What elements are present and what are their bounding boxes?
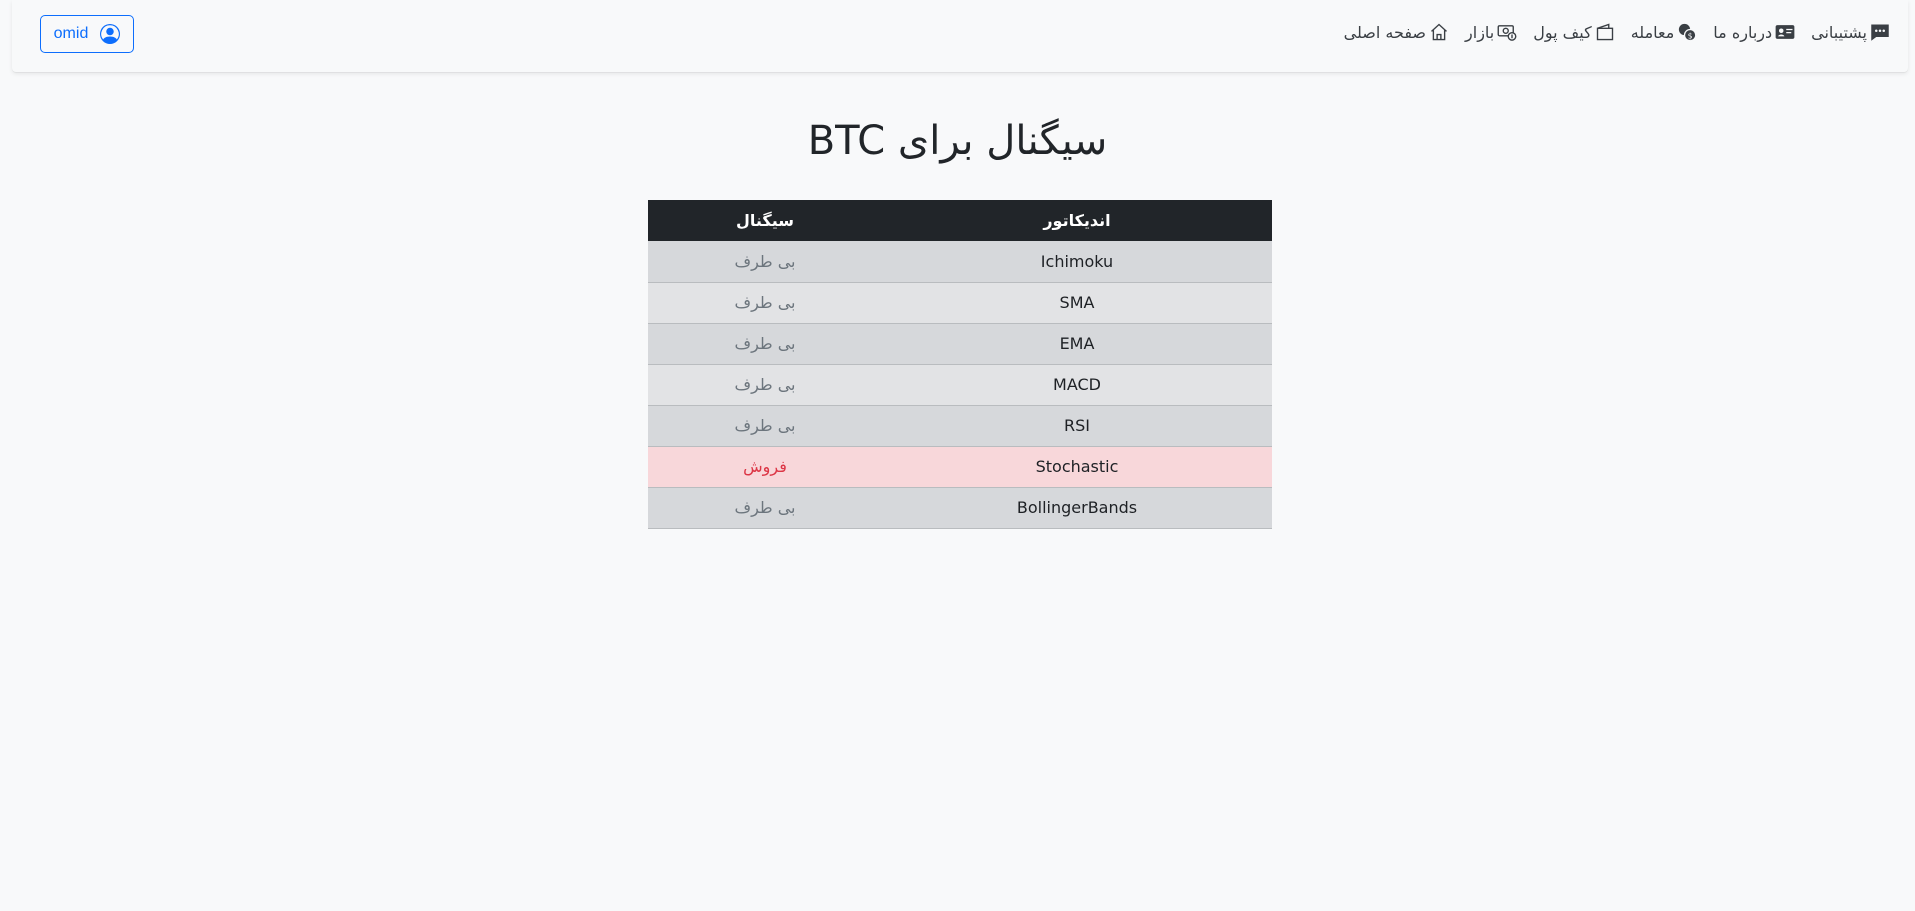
- table-header-row: سیگنال اندیکاتور: [648, 200, 1272, 241]
- signal-cell: بی طرف: [648, 405, 882, 447]
- nav-item-label: معامله: [1630, 22, 1675, 42]
- page-title: سیگنال برای BTC: [807, 118, 1108, 164]
- column-header-indicator: اندیکاتور: [882, 200, 1272, 241]
- wallet-icon: [1596, 23, 1613, 41]
- signal-cell: بی طرف: [648, 364, 882, 406]
- signal-cell: بی طرف: [648, 282, 882, 324]
- column-header-signal: سیگنال: [648, 200, 882, 241]
- indicator-cell: Ichimoku: [882, 241, 1272, 283]
- nav-item-label: صفحه اصلی: [1343, 22, 1427, 42]
- nav-item-market[interactable]: بازار: [1465, 22, 1517, 42]
- table-row: بی طرف EMA: [648, 323, 1272, 365]
- person-vcard-icon: [1775, 25, 1795, 39]
- table-row: بی طرف MACD: [648, 364, 1272, 406]
- nav-item-label: پشتیبانی: [1811, 22, 1867, 42]
- signal-cell: بی طرف: [648, 323, 882, 365]
- signal-table: سیگنال اندیکاتور بی طرف Ichimoku بی طرف …: [648, 200, 1272, 529]
- table-row: بی طرف SMA: [648, 282, 1272, 324]
- indicator-cell: MACD: [882, 364, 1272, 406]
- indicator-cell: SMA: [882, 282, 1272, 324]
- person-circle-icon: [100, 24, 121, 44]
- indicator-cell: EMA: [882, 323, 1272, 365]
- house-icon: [1431, 23, 1447, 41]
- nav-item-trade[interactable]: $ معامله: [1631, 22, 1698, 42]
- indicator-cell: BollingerBands: [882, 487, 1272, 529]
- nav-item-label: کیف پول: [1533, 22, 1592, 42]
- signal-cell: بی طرف: [648, 487, 882, 529]
- signal-cell: فروش: [648, 446, 882, 488]
- nav-item-label: درباره ما: [1713, 22, 1773, 42]
- nav-item-label: بازار: [1465, 22, 1495, 42]
- nav-item-about[interactable]: درباره ما: [1713, 22, 1795, 42]
- chat-dots-icon: [1871, 24, 1889, 41]
- signal-cell: بی طرف: [648, 241, 882, 283]
- nav-item-wallet[interactable]: کیف پول: [1533, 22, 1614, 42]
- nav-item-home[interactable]: صفحه اصلی: [1344, 22, 1449, 42]
- svg-text:$: $: [1688, 31, 1693, 40]
- indicator-cell: RSI: [882, 405, 1272, 447]
- table-row: بی طرف Ichimoku: [648, 241, 1272, 283]
- table-row: بی طرف RSI: [648, 405, 1272, 447]
- table-row-sell: فروش Stochastic: [648, 446, 1272, 488]
- user-account-button[interactable]: omid: [40, 15, 134, 53]
- top-navbar: omid صفحه اصلی بازار کیف پول $ معامله در…: [12, 0, 1908, 72]
- indicator-cell: Stochastic: [882, 446, 1272, 488]
- main-nav: صفحه اصلی بازار کیف پول $ معامله درباره …: [1344, 18, 1890, 46]
- coins-icon: $: [1679, 23, 1697, 42]
- cash-coin-icon: [1497, 25, 1517, 41]
- table-row: بی طرف BollingerBands: [648, 487, 1272, 529]
- nav-item-support[interactable]: پشتیبانی: [1811, 22, 1890, 42]
- user-name: omid: [53, 25, 89, 42]
